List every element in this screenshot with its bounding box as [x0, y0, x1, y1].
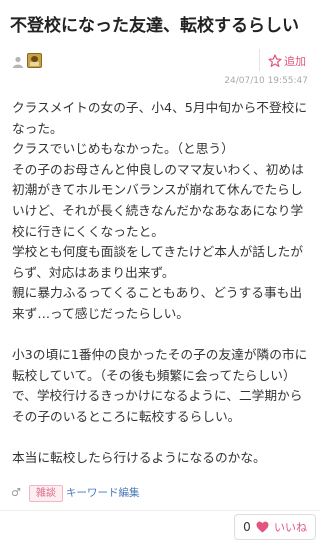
heart-icon [256, 521, 269, 533]
keyword-edit-link[interactable]: キーワード編集 [66, 485, 140, 502]
star-plus-icon [268, 54, 282, 67]
post-timestamp: 24/07/10 19:55:47 [224, 76, 308, 86]
post-title: 不登校になった友達、転校するらしい [10, 16, 299, 36]
category-tag[interactable]: 雑談 [29, 485, 63, 502]
meta-divider [259, 49, 260, 71]
add-favorite-button[interactable]: 追加 [268, 51, 306, 71]
add-favorite-label: 追加 [284, 55, 306, 68]
like-button[interactable]: 0 いいね [234, 514, 316, 540]
footer-divider [0, 510, 320, 511]
male-icon: ♂ [11, 486, 21, 499]
post-meta-row: 追加 [0, 46, 320, 76]
author-avatar[interactable] [27, 53, 42, 68]
like-count: 0 [243, 520, 251, 534]
post-header: 不登校になった友達、転校するらしい [0, 0, 320, 44]
like-label: いいね [274, 521, 307, 534]
tag-row: ♂ 雑談 キーワード編集 [0, 482, 320, 506]
user-icon [13, 56, 23, 68]
post-body: クラスメイトの女の子、小4、5月中旬から不登校になった。 クラスでいじめもなかっ… [12, 100, 308, 466]
